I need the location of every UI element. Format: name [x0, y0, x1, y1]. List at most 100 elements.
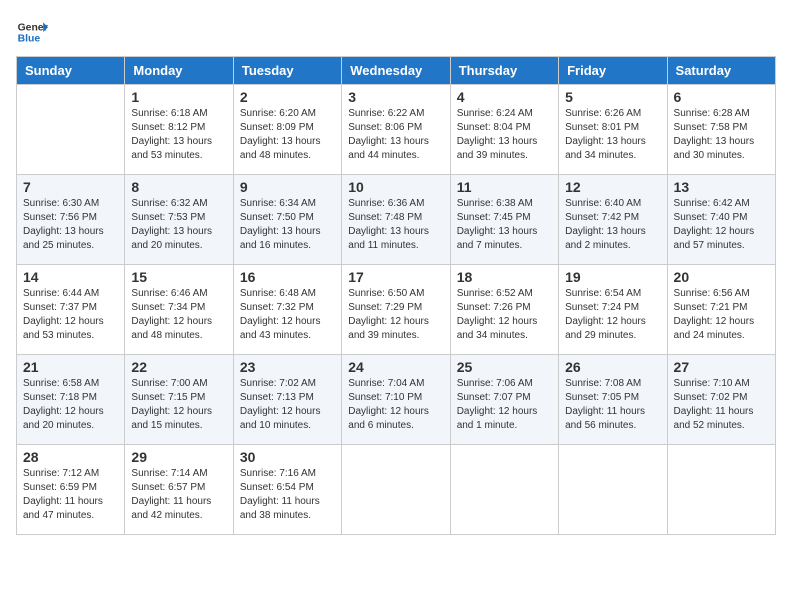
column-header-saturday: Saturday: [667, 57, 775, 85]
cell-content: Sunrise: 6:18 AM Sunset: 8:12 PM Dayligh…: [131, 107, 226, 163]
day-number: 3: [348, 89, 443, 105]
cell-content: Sunrise: 7:06 AM Sunset: 7:07 PM Dayligh…: [457, 377, 552, 433]
cell-content: Sunrise: 6:48 AM Sunset: 7:32 PM Dayligh…: [240, 287, 335, 343]
cell-content: Sunrise: 7:04 AM Sunset: 7:10 PM Dayligh…: [348, 377, 443, 433]
cell-content: Sunrise: 6:32 AM Sunset: 7:53 PM Dayligh…: [131, 197, 226, 253]
cell-content: Sunrise: 6:40 AM Sunset: 7:42 PM Dayligh…: [565, 197, 660, 253]
calendar-cell: 7 Sunrise: 6:30 AM Sunset: 7:56 PM Daylig…: [17, 175, 125, 265]
day-number: 21: [23, 359, 118, 375]
calendar-cell: 23 Sunrise: 7:02 AM Sunset: 7:13 PM Dayli…: [233, 355, 341, 445]
day-number: 10: [348, 179, 443, 195]
calendar-cell: 16 Sunrise: 6:48 AM Sunset: 7:32 PM Dayli…: [233, 265, 341, 355]
day-number: 19: [565, 269, 660, 285]
cell-content: Sunrise: 7:14 AM Sunset: 6:57 PM Dayligh…: [131, 467, 226, 523]
cell-content: Sunrise: 6:52 AM Sunset: 7:26 PM Dayligh…: [457, 287, 552, 343]
calendar-cell: 28 Sunrise: 7:12 AM Sunset: 6:59 PM Dayli…: [17, 445, 125, 535]
calendar-cell: 14 Sunrise: 6:44 AM Sunset: 7:37 PM Dayli…: [17, 265, 125, 355]
cell-content: Sunrise: 6:24 AM Sunset: 8:04 PM Dayligh…: [457, 107, 552, 163]
calendar-week-4: 21 Sunrise: 6:58 AM Sunset: 7:18 PM Dayli…: [17, 355, 776, 445]
cell-content: Sunrise: 6:44 AM Sunset: 7:37 PM Dayligh…: [23, 287, 118, 343]
column-header-wednesday: Wednesday: [342, 57, 450, 85]
calendar-cell: 17Sunrise: 6:50 AM Sunset: 7:29 PM Dayli…: [342, 265, 450, 355]
day-number: 25: [457, 359, 552, 375]
svg-text:Blue: Blue: [18, 34, 41, 45]
column-header-sunday: Sunday: [17, 57, 125, 85]
calendar-cell: 19 Sunrise: 6:54 AM Sunset: 7:24 PM Dayli…: [559, 265, 667, 355]
cell-content: Sunrise: 6:30 AM Sunset: 7:56 PM Dayligh…: [23, 197, 118, 253]
cell-content: Sunrise: 6:38 AM Sunset: 7:45 PM Dayligh…: [457, 197, 552, 253]
cell-content: Sunrise: 6:42 AM Sunset: 7:40 PM Dayligh…: [674, 197, 769, 253]
cell-content: Sunrise: 7:00 AM Sunset: 7:15 PM Dayligh…: [131, 377, 226, 433]
day-number: 14: [23, 269, 118, 285]
day-number: 5: [565, 89, 660, 105]
day-number: 27: [674, 359, 769, 375]
calendar-cell: 12 Sunrise: 6:40 AM Sunset: 7:42 PM Dayli…: [559, 175, 667, 265]
calendar-cell: 27 Sunrise: 7:10 AM Sunset: 7:02 PM Dayli…: [667, 355, 775, 445]
cell-content: Sunrise: 6:58 AM Sunset: 7:18 PM Dayligh…: [23, 377, 118, 433]
calendar-week-3: 14 Sunrise: 6:44 AM Sunset: 7:37 PM Dayli…: [17, 265, 776, 355]
calendar-cell: 5 Sunrise: 6:26 AM Sunset: 8:01 PM Daylig…: [559, 85, 667, 175]
calendar-cell: 1 Sunrise: 6:18 AM Sunset: 8:12 PM Daylig…: [125, 85, 233, 175]
day-number: 28: [23, 449, 118, 465]
cell-content: Sunrise: 6:26 AM Sunset: 8:01 PM Dayligh…: [565, 107, 660, 163]
day-number: 11: [457, 179, 552, 195]
cell-content: Sunrise: 6:56 AM Sunset: 7:21 PM Dayligh…: [674, 287, 769, 343]
cell-content: Sunrise: 7:12 AM Sunset: 6:59 PM Dayligh…: [23, 467, 118, 523]
day-number: 1: [131, 89, 226, 105]
day-number: 20: [674, 269, 769, 285]
calendar-cell: 3 Sunrise: 6:22 AM Sunset: 8:06 PM Daylig…: [342, 85, 450, 175]
column-header-monday: Monday: [125, 57, 233, 85]
cell-content: Sunrise: 7:02 AM Sunset: 7:13 PM Dayligh…: [240, 377, 335, 433]
day-number: 2: [240, 89, 335, 105]
day-number: 12: [565, 179, 660, 195]
cell-content: Sunrise: 6:54 AM Sunset: 7:24 PM Dayligh…: [565, 287, 660, 343]
day-number: 22: [131, 359, 226, 375]
day-number: 9: [240, 179, 335, 195]
calendar-week-1: 1 Sunrise: 6:18 AM Sunset: 8:12 PM Daylig…: [17, 85, 776, 175]
calendar-cell: 9Sunrise: 6:34 AM Sunset: 7:50 PM Daylig…: [233, 175, 341, 265]
day-number: 16: [240, 269, 335, 285]
logo-icon: General Blue: [16, 16, 48, 48]
calendar-header-row: SundayMondayTuesdayWednesdayThursdayFrid…: [17, 57, 776, 85]
cell-content: Sunrise: 7:10 AM Sunset: 7:02 PM Dayligh…: [674, 377, 769, 433]
day-number: 8: [131, 179, 226, 195]
calendar-cell: 13 Sunrise: 6:42 AM Sunset: 7:40 PM Dayli…: [667, 175, 775, 265]
calendar-cell: [17, 85, 125, 175]
day-number: 4: [457, 89, 552, 105]
logo: General Blue: [16, 16, 48, 48]
day-number: 23: [240, 359, 335, 375]
calendar-cell: 4 Sunrise: 6:24 AM Sunset: 8:04 PM Daylig…: [450, 85, 558, 175]
day-number: 29: [131, 449, 226, 465]
calendar-cell: 10 Sunrise: 6:36 AM Sunset: 7:48 PM Dayli…: [342, 175, 450, 265]
cell-content: Sunrise: 7:08 AM Sunset: 7:05 PM Dayligh…: [565, 377, 660, 433]
column-header-thursday: Thursday: [450, 57, 558, 85]
calendar-cell: 15Sunrise: 6:46 AM Sunset: 7:34 PM Dayli…: [125, 265, 233, 355]
calendar-cell: 21 Sunrise: 6:58 AM Sunset: 7:18 PM Dayli…: [17, 355, 125, 445]
cell-content: Sunrise: 6:22 AM Sunset: 8:06 PM Dayligh…: [348, 107, 443, 163]
calendar-cell: 30Sunrise: 7:16 AM Sunset: 6:54 PM Dayli…: [233, 445, 341, 535]
calendar-cell: 6 Sunrise: 6:28 AM Sunset: 7:58 PM Daylig…: [667, 85, 775, 175]
calendar-cell: 29 Sunrise: 7:14 AM Sunset: 6:57 PM Dayli…: [125, 445, 233, 535]
calendar-week-5: 28 Sunrise: 7:12 AM Sunset: 6:59 PM Dayli…: [17, 445, 776, 535]
cell-content: Sunrise: 6:36 AM Sunset: 7:48 PM Dayligh…: [348, 197, 443, 253]
calendar-cell: [342, 445, 450, 535]
calendar-cell: 24Sunrise: 7:04 AM Sunset: 7:10 PM Dayli…: [342, 355, 450, 445]
column-header-tuesday: Tuesday: [233, 57, 341, 85]
calendar-table: SundayMondayTuesdayWednesdayThursdayFrid…: [16, 56, 776, 535]
calendar-cell: 26 Sunrise: 7:08 AM Sunset: 7:05 PM Dayli…: [559, 355, 667, 445]
cell-content: Sunrise: 6:20 AM Sunset: 8:09 PM Dayligh…: [240, 107, 335, 163]
calendar-cell: 8 Sunrise: 6:32 AM Sunset: 7:53 PM Daylig…: [125, 175, 233, 265]
calendar-cell: 20 Sunrise: 6:56 AM Sunset: 7:21 PM Dayli…: [667, 265, 775, 355]
day-number: 6: [674, 89, 769, 105]
day-number: 7: [23, 179, 118, 195]
day-number: 26: [565, 359, 660, 375]
cell-content: Sunrise: 7:16 AM Sunset: 6:54 PM Dayligh…: [240, 467, 335, 523]
column-header-friday: Friday: [559, 57, 667, 85]
day-number: 17: [348, 269, 443, 285]
page-header: General Blue: [16, 16, 776, 48]
calendar-cell: [450, 445, 558, 535]
calendar-cell: 11 Sunrise: 6:38 AM Sunset: 7:45 PM Dayli…: [450, 175, 558, 265]
day-number: 13: [674, 179, 769, 195]
cell-content: Sunrise: 6:28 AM Sunset: 7:58 PM Dayligh…: [674, 107, 769, 163]
calendar-cell: [559, 445, 667, 535]
